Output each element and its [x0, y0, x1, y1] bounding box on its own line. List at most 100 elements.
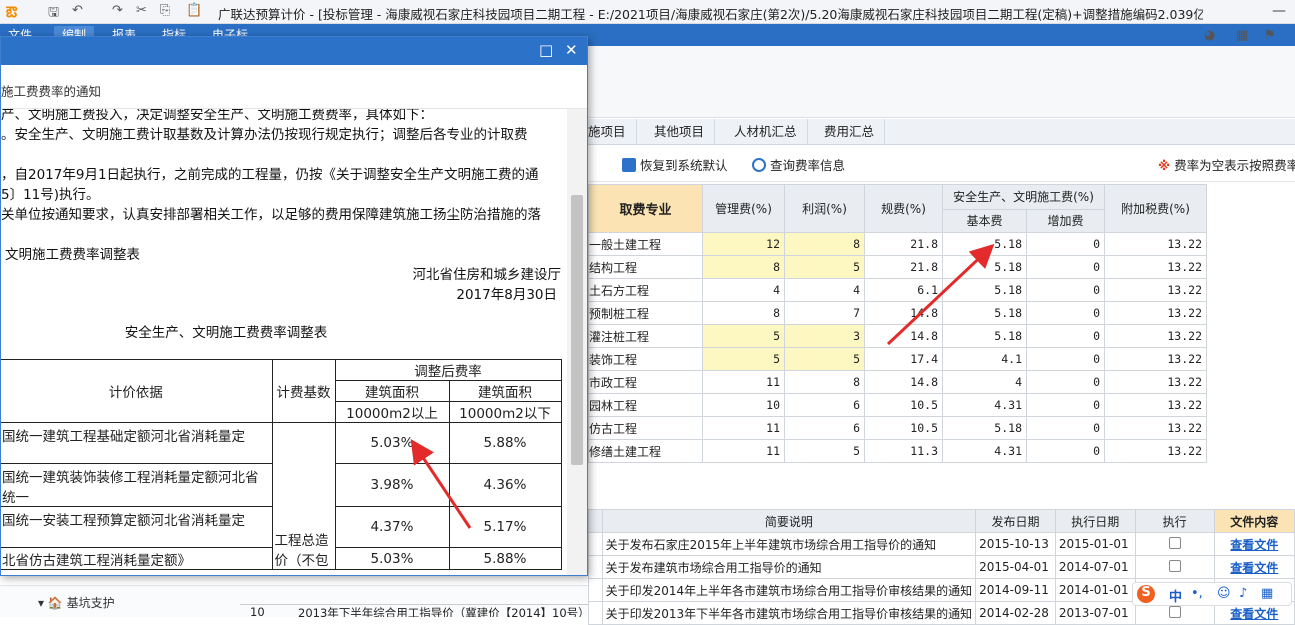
rate-profit[interactable]: 6 [784, 416, 865, 440]
doc-row[interactable]: 关于发布石家庄2015年上半年建筑市场综合用工指导价的通知 2015-10-13 2… [588, 532, 1295, 556]
rate-profit[interactable]: 5 [784, 347, 865, 371]
rate-row[interactable]: 市政工程 11 8 14.8 4 0 13.22 [588, 370, 1207, 394]
view-file-link[interactable]: 查看文件 [1213, 532, 1295, 556]
col-pub-date[interactable]: 发布日期 [975, 509, 1056, 533]
rate-name[interactable]: 灌注桩工程 [588, 324, 703, 348]
rate-row[interactable]: 园林工程 10 6 10.5 4.31 0 13.22 [588, 393, 1207, 417]
ime-mode[interactable]: 中 [1169, 586, 1182, 605]
rate-extra[interactable]: 0 [1026, 301, 1105, 325]
view-file-link[interactable]: 查看文件 [1213, 555, 1295, 579]
punctuation-icon[interactable]: •, [1191, 586, 1203, 601]
rate-extra[interactable]: 0 [1026, 439, 1105, 463]
rate-base[interactable]: 5.18 [942, 301, 1027, 325]
rate-tax[interactable]: 13.22 [1104, 416, 1207, 440]
tab-other-items[interactable]: 其他项目 [644, 119, 716, 145]
rate-name[interactable]: 土石方工程 [588, 278, 703, 302]
rate-tax[interactable]: 13.22 [1104, 301, 1207, 325]
rate-profit[interactable]: 7 [784, 301, 865, 325]
rate-base[interactable]: 4.31 [942, 439, 1027, 463]
rate-extra[interactable]: 0 [1026, 416, 1105, 440]
rate-base[interactable]: 5.18 [942, 278, 1027, 302]
rate-fees[interactable]: 6.1 [864, 278, 943, 302]
minimize-icon[interactable]: — [1272, 3, 1286, 19]
rate-name[interactable]: 仿古工程 [588, 416, 703, 440]
rate-tax[interactable]: 13.22 [1104, 370, 1207, 394]
rate-mgmt[interactable]: 4 [702, 278, 785, 302]
rate-profit[interactable]: 8 [784, 232, 865, 256]
col-base[interactable]: 基本费 [942, 208, 1027, 233]
execute-checkbox[interactable] [1168, 559, 1181, 572]
rate-mgmt[interactable]: 12 [702, 232, 785, 256]
rate-profit[interactable]: 8 [784, 370, 865, 394]
help-icon[interactable]: ⚑ [1264, 28, 1276, 43]
rate-tax[interactable]: 13.22 [1104, 324, 1207, 348]
tree-item-pit-support[interactable]: ▾ 🏠 基坑支护 [38, 594, 115, 611]
rate-extra[interactable]: 0 [1026, 347, 1105, 371]
dialog-titlebar[interactable]: □ ✕ [1, 37, 587, 65]
col-summary[interactable]: 简要说明 [601, 509, 977, 533]
query-rate-button[interactable]: 查询费率信息 [752, 155, 845, 174]
rate-mgmt[interactable]: 11 [702, 370, 785, 394]
rate-name[interactable]: 装饰工程 [588, 347, 703, 371]
rate-extra[interactable]: 0 [1026, 232, 1105, 256]
tab-material-summary[interactable]: 人材机汇总 [724, 119, 808, 145]
doc-row[interactable]: 关于发布建筑市场综合用工指导价的通知 2015-04-01 2014-07-01 查看… [588, 555, 1295, 579]
rate-fees[interactable]: 14.8 [864, 370, 943, 394]
rate-fees[interactable]: 21.8 [864, 232, 943, 256]
emoji-icon[interactable]: ☺ [1217, 586, 1231, 601]
rate-name[interactable]: 一般土建工程 [588, 232, 703, 256]
copy-icon[interactable]: ⎘ [160, 3, 170, 18]
rate-row[interactable]: 装饰工程 5 5 17.4 4.1 0 13.22 [588, 347, 1207, 371]
rate-base[interactable]: 4.1 [942, 347, 1027, 371]
rate-extra[interactable]: 0 [1026, 324, 1105, 348]
rate-profit[interactable]: 5 [784, 255, 865, 279]
rate-fees[interactable]: 10.5 [864, 393, 943, 417]
restore-default-button[interactable]: 恢复到系统默认 [622, 155, 728, 174]
user-icon[interactable]: ◕ [1204, 28, 1215, 43]
rate-name[interactable]: 修缮土建工程 [588, 439, 703, 463]
rate-tax[interactable]: 13.22 [1104, 439, 1207, 463]
paste-icon[interactable]: 📋 [186, 3, 202, 18]
rate-base[interactable]: 5.18 [942, 416, 1027, 440]
rate-row[interactable]: 土石方工程 4 4 6.1 5.18 0 13.22 [588, 278, 1207, 302]
rate-profit[interactable]: 5 [784, 439, 865, 463]
rate-base[interactable]: 5.18 [942, 232, 1027, 256]
rate-row[interactable]: 修缮土建工程 11 5 11.3 4.31 0 13.22 [588, 439, 1207, 463]
rate-name[interactable]: 园林工程 [588, 393, 703, 417]
rate-tax[interactable]: 13.22 [1104, 278, 1207, 302]
rate-fees[interactable]: 17.4 [864, 347, 943, 371]
rate-name[interactable]: 结构工程 [588, 255, 703, 279]
col-specialty[interactable]: 取费专业 [588, 184, 703, 233]
rate-mgmt[interactable]: 5 [702, 324, 785, 348]
rate-tax[interactable]: 13.22 [1104, 347, 1207, 371]
grid-icon[interactable]: ▦ [1236, 28, 1248, 43]
rate-row[interactable]: 一般土建工程 12 8 21.8 5.18 0 13.22 [588, 232, 1207, 256]
rate-mgmt[interactable]: 5 [702, 347, 785, 371]
rate-base[interactable]: 5.18 [942, 255, 1027, 279]
rate-extra[interactable]: 0 [1026, 393, 1105, 417]
rate-profit[interactable]: 3 [784, 324, 865, 348]
rate-tax[interactable]: 13.22 [1104, 393, 1207, 417]
save-icon[interactable]: 🖫 [48, 3, 59, 25]
rate-fees[interactable]: 11.3 [864, 439, 943, 463]
rate-name[interactable]: 预制桩工程 [588, 301, 703, 325]
col-execute[interactable]: 执行 [1134, 509, 1215, 533]
col-profit[interactable]: 利润(%) [784, 184, 865, 233]
rate-base[interactable]: 4.31 [942, 393, 1027, 417]
rate-extra[interactable]: 0 [1026, 370, 1105, 394]
dialog-scrollbar[interactable] [567, 109, 587, 575]
execute-checkbox[interactable] [1168, 536, 1181, 549]
rate-extra[interactable]: 0 [1026, 255, 1105, 279]
rate-profit[interactable]: 6 [784, 393, 865, 417]
rate-fees[interactable]: 14.8 [864, 324, 943, 348]
rate-base[interactable]: 5.18 [942, 324, 1027, 348]
rate-extra[interactable]: 0 [1026, 278, 1105, 302]
close-icon[interactable]: ✕ [565, 41, 578, 59]
rate-row[interactable]: 预制桩工程 8 7 14.8 5.18 0 13.22 [588, 301, 1207, 325]
col-mgmt[interactable]: 管理费(%) [702, 184, 785, 233]
col-tax[interactable]: 附加税费(%) [1104, 184, 1207, 233]
rate-row[interactable]: 仿古工程 11 6 10.5 5.18 0 13.22 [588, 416, 1207, 440]
rate-fees[interactable]: 21.8 [864, 255, 943, 279]
left-list-row[interactable]: 10 2013年下半年综合用工指导价（冀建价【2014】10号） [240, 604, 588, 617]
execute-checkbox[interactable] [1168, 605, 1181, 618]
